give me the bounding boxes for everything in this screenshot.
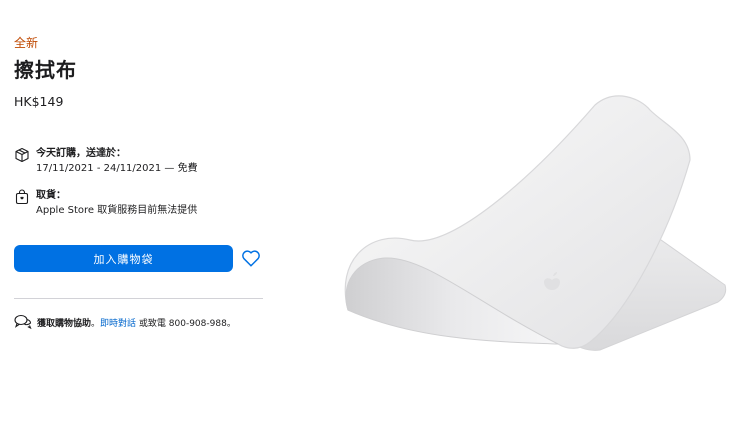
store-bag-icon <box>15 189 29 205</box>
delivery-label: 今天訂購，送達於： <box>36 148 126 159</box>
box-icon <box>15 147 29 163</box>
product-price: HK$149 <box>14 94 64 109</box>
polishing-cloth-image <box>344 95 727 351</box>
chat-bubbles-icon <box>14 314 32 330</box>
add-to-bag-button[interactable]: 加入購物袋 <box>14 245 233 272</box>
divider <box>14 298 263 299</box>
help-sep: 。 <box>91 318 101 329</box>
help-label: 獲取購物協助 <box>37 318 92 329</box>
new-badge: 全新 <box>14 36 39 50</box>
pickup-info: 取貨： Apple Store 取貨服務目前無法提供 <box>14 188 197 218</box>
call-text: 或致電 800-908-988 <box>136 318 227 329</box>
pickup-detail: Apple Store 取貨服務目前無法提供 <box>36 205 198 216</box>
heart-icon[interactable] <box>240 247 262 269</box>
product-title: 擦拭布 <box>14 58 77 82</box>
delivery-detail: 17/11/2021 - 24/11/2021 — 免費 <box>36 163 198 174</box>
live-chat-link[interactable]: 即時對話 <box>100 319 136 329</box>
delivery-info: 今天訂購，送達於： 17/11/2021 - 24/11/2021 — 免費 <box>14 146 198 176</box>
help-end: 。 <box>226 318 236 329</box>
shopping-help: 獲取購物協助。即時對話 或致電 800-908-988。 <box>14 314 236 330</box>
pickup-label: 取貨： <box>36 190 66 201</box>
add-to-bag-label: 加入購物袋 <box>93 252 154 266</box>
